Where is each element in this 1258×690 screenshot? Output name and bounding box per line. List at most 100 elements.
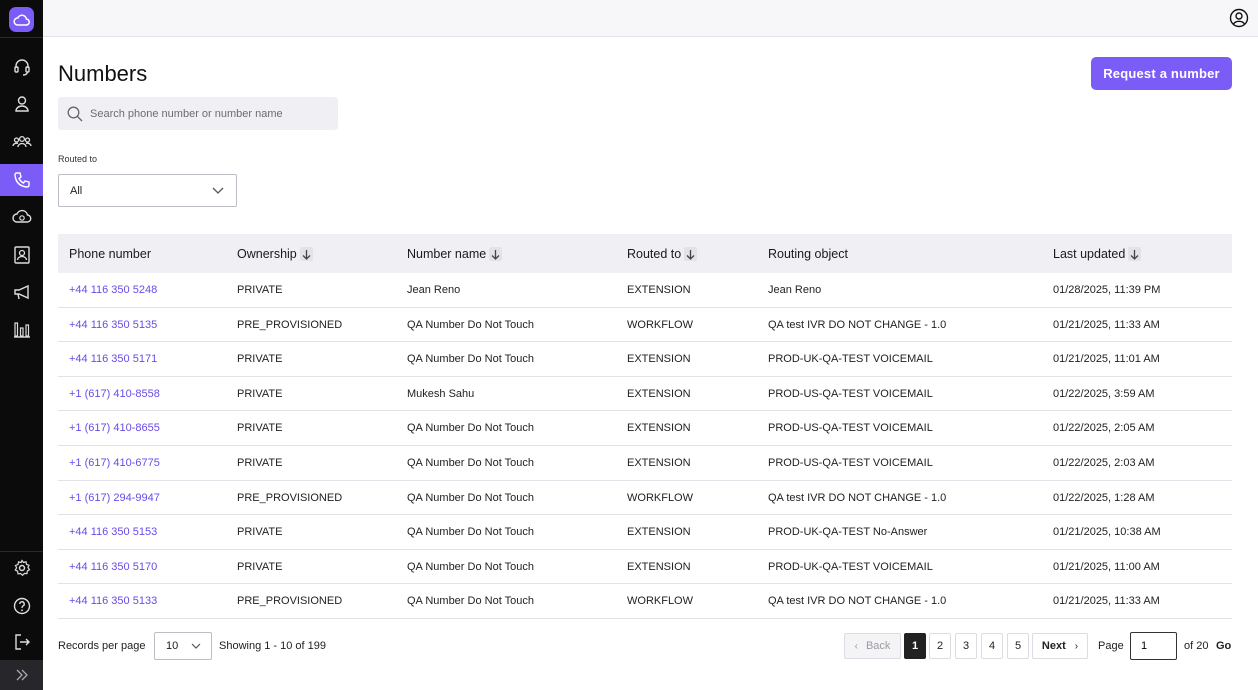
sort-arrow-down-icon[interactable]	[489, 247, 503, 261]
page-number-button[interactable]: 3	[955, 633, 977, 659]
page-number-button[interactable]: 1	[904, 633, 926, 659]
page-number-button[interactable]: 2	[929, 633, 951, 659]
table-cell: 01/21/2025, 10:38 AM	[1053, 526, 1161, 539]
help-icon	[13, 597, 30, 615]
phone-number-link[interactable]: +1 (617) 410-8558	[69, 388, 160, 400]
page-number-button[interactable]: 4	[981, 633, 1003, 659]
account-circle-icon[interactable]	[1229, 8, 1249, 28]
phone-number-link[interactable]: +44 116 350 5170	[69, 561, 157, 573]
phone-number-link[interactable]: +44 116 350 5171	[69, 353, 157, 365]
column-header-label: Routed to	[627, 247, 682, 261]
page-number-button[interactable]: 5	[1007, 633, 1029, 659]
logout-icon	[14, 634, 30, 650]
sidebar-item-help[interactable]	[0, 590, 43, 622]
sidebar-item-logout[interactable]	[0, 626, 43, 658]
sidebar-item-users[interactable]	[0, 126, 43, 158]
table-row[interactable]: +44 116 350 5153 PRIVATE QA Number Do Not …	[58, 515, 1232, 550]
table-cell: PROD-UK-QA-TEST VOICEMAIL	[768, 560, 933, 573]
sidebar-expand-button[interactable]	[0, 660, 43, 690]
go-button[interactable]: Go	[1216, 640, 1231, 652]
page-number-input[interactable]	[1130, 632, 1177, 660]
table-body: +44 116 350 5248 PRIVATE Jean Reno EXTENSIO…	[58, 273, 1232, 619]
column-header: Phone number	[69, 247, 151, 261]
phone-number-link[interactable]: +44 116 350 5133	[69, 595, 157, 607]
table-cell: Jean Reno	[407, 284, 461, 296]
table-cell: PRIVATE	[237, 422, 283, 435]
sort-arrow-down-icon[interactable]	[299, 247, 313, 261]
table-row[interactable]: +44 116 350 5248 PRIVATE Jean Reno EXTENSIO…	[58, 273, 1232, 308]
column-header[interactable]: Number name	[407, 247, 503, 261]
table-cell: PRE_PROVISIONED	[237, 318, 343, 331]
sidebar-item-numbers[interactable]	[0, 164, 43, 196]
headset-icon	[13, 59, 30, 76]
table-cell: 01/21/2025, 11:33 AM	[1053, 318, 1160, 331]
table-row[interactable]: +44 116 350 5171 PRIVATE QA Number Do Not …	[58, 342, 1232, 377]
column-header[interactable]: Last updated	[1053, 247, 1142, 261]
sidebar-item-settings[interactable]	[0, 552, 43, 584]
table-row[interactable]: +1 (617) 294-9947 PRE_PROVISIONED QA Numbe…	[58, 481, 1232, 516]
table-cell: QA test IVR DO NOT CHANGE - 1.0	[768, 318, 947, 331]
table-cell: 01/21/2025, 11:00 AM	[1053, 560, 1160, 573]
column-header[interactable]: Ownership	[237, 247, 313, 261]
routed-to-select[interactable]: All	[58, 174, 237, 207]
sidebar-item-user[interactable]	[0, 88, 43, 120]
top-bar	[43, 0, 1258, 37]
table-cell: QA Number Do Not Touch	[407, 318, 534, 331]
sidebar-item-analytics[interactable]	[0, 313, 43, 345]
phone-number-link[interactable]: +44 116 350 5248	[69, 284, 157, 296]
table-row[interactable]: +44 116 350 5133 PRE_PROVISIONED QA Number…	[58, 584, 1232, 619]
table-cell: PRE_PROVISIONED	[237, 595, 343, 608]
table-row[interactable]: +1 (617) 410-8558 PRIVATE Mukesh Sahu EXTEN…	[58, 377, 1232, 412]
table-cell: QA Number Do Not Touch	[407, 526, 534, 539]
chevron-down-icon	[191, 643, 201, 649]
table-row[interactable]: +44 116 350 5170 PRIVATE QA Number Do Not …	[58, 550, 1232, 585]
column-header[interactable]: Routed to	[627, 247, 698, 261]
cloud-icon[interactable]	[9, 7, 34, 32]
sidebar-item-contacts[interactable]	[0, 239, 43, 271]
column-header-label: Last updated	[1053, 247, 1126, 261]
phone-number-link[interactable]: +44 116 350 5135	[69, 319, 157, 331]
page-title: Numbers	[58, 61, 148, 86]
table-cell: PROD-US-QA-TEST VOICEMAIL	[768, 456, 933, 469]
table-cell: PRIVATE	[237, 456, 283, 469]
table-cell: EXTENSION	[627, 422, 691, 435]
search-input[interactable]	[90, 97, 330, 130]
column-header-label: Ownership	[237, 247, 297, 261]
next-button[interactable]: Next ›	[1032, 633, 1088, 659]
phone-number-link[interactable]: +44 116 350 5153	[69, 526, 157, 538]
sidebar-item-campaigns[interactable]	[0, 276, 43, 308]
phone-number-link[interactable]: +1 (617) 410-8655	[69, 422, 160, 434]
sort-arrow-down-icon[interactable]	[684, 247, 698, 261]
phone-number-link[interactable]: +1 (617) 294-9947	[69, 492, 160, 504]
sort-arrow-down-icon[interactable]	[1128, 247, 1142, 261]
table-row[interactable]: +1 (617) 410-8655 PRIVATE QA Number Do Not…	[58, 411, 1232, 446]
table-cell: 01/22/2025, 2:03 AM	[1053, 456, 1155, 469]
analytics-bars-icon	[13, 322, 30, 338]
phone-number-link[interactable]: +1 (617) 410-6775	[69, 457, 160, 469]
megaphone-icon	[13, 284, 29, 300]
table-cell: PROD-US-QA-TEST VOICEMAIL	[768, 387, 933, 400]
chevron-down-icon	[212, 187, 224, 194]
sidebar-item-cloud[interactable]	[0, 201, 43, 233]
table-cell: 01/22/2025, 2:05 AM	[1053, 422, 1155, 435]
sidebar-item-headset[interactable]	[0, 51, 43, 83]
table-cell: PRIVATE	[237, 284, 283, 296]
column-header-label: Phone number	[69, 247, 152, 261]
table-cell: EXTENSION	[627, 560, 691, 573]
total-pages-label: of 20	[1184, 640, 1209, 652]
back-button[interactable]: ‹ Back	[844, 633, 901, 659]
numbers-table: Phone number Ownership Number name Routed t…	[58, 234, 1232, 619]
records-per-page-select[interactable]: 10	[154, 632, 212, 660]
table-cell: WORKFLOW	[627, 595, 693, 608]
table-cell: QA Number Do Not Touch	[407, 595, 534, 608]
table-row[interactable]: +44 116 350 5135 PRE_PROVISIONED QA Number…	[58, 308, 1232, 343]
table-cell: Jean Reno	[768, 284, 822, 296]
table-cell: PRIVATE	[237, 387, 283, 400]
chevron-right-icon: ›	[1074, 640, 1079, 652]
table-row[interactable]: +1 (617) 410-6775 PRIVATE QA Number Do Not…	[58, 446, 1232, 481]
table-cell: QA Number Do Not Touch	[407, 491, 534, 504]
table-cell: 01/21/2025, 11:01 AM	[1053, 353, 1160, 366]
column-header: Routing object	[768, 247, 848, 261]
request-number-button[interactable]: Request a number	[1091, 57, 1232, 90]
users-group-icon	[11, 135, 32, 148]
